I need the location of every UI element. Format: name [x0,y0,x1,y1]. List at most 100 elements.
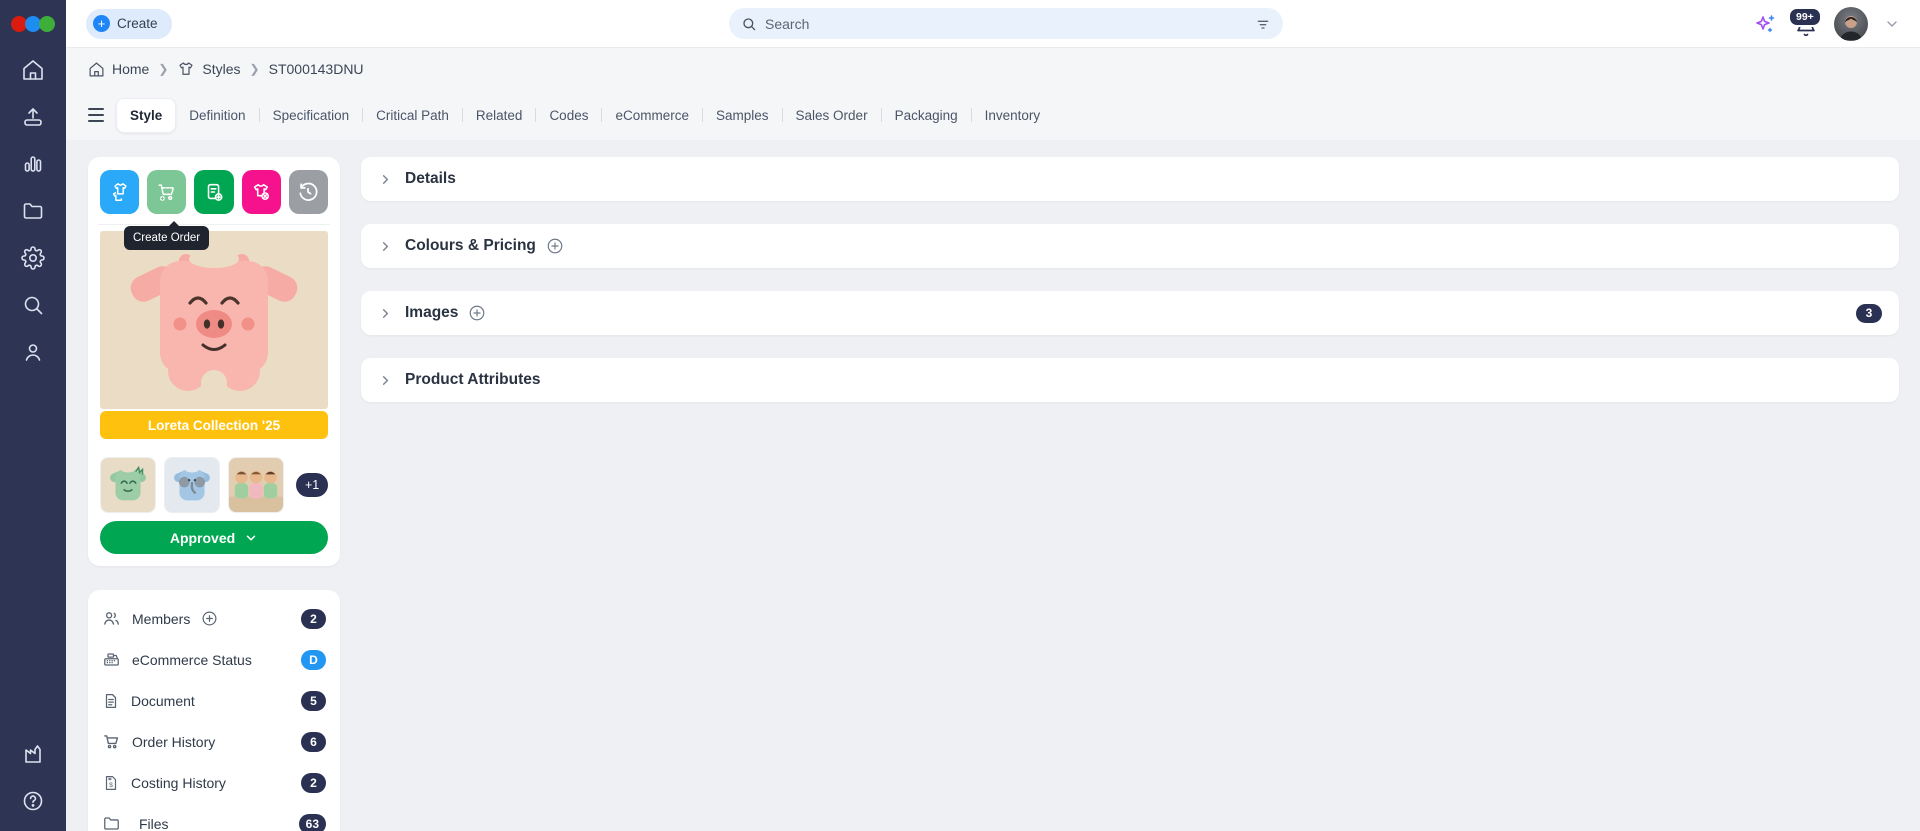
breadcrumb-home-label: Home [112,61,150,77]
create-order-tooltip: Create Order [124,221,210,250]
settings-icon[interactable] [13,238,53,278]
section-title: Images [405,304,459,321]
link-label: Files [139,815,169,831]
order-history-count-badge: 6 [301,731,326,752]
home-icon[interactable] [13,50,53,90]
user-avatar[interactable] [1834,6,1868,41]
breadcrumb-home[interactable]: Home [88,61,149,78]
add-member-icon[interactable] [201,610,218,627]
tab-style[interactable]: Style [116,97,177,133]
members-count-badge: 2 [301,608,326,629]
profile-icon[interactable] [13,332,53,372]
images-count-badge: 3 [1856,303,1882,323]
more-images-badge[interactable]: +1 [296,473,329,497]
main-region: + Create 99+ [66,0,1920,831]
history-button[interactable] [288,170,329,214]
document-icon [105,693,117,708]
search-nav-icon[interactable] [13,285,53,325]
upload-icon[interactable] [13,97,53,137]
link-document[interactable]: Document 5 [88,680,340,721]
tab-specification[interactable]: Specification [260,99,363,132]
chevron-right-icon[interactable] [378,239,393,254]
global-search[interactable] [729,8,1283,39]
search-icon [743,17,756,30]
costing-history-count-badge: 2 [301,772,326,793]
link-ecommerce-status[interactable]: eCommerce Status D [88,639,340,680]
tab-menu-icon[interactable] [88,108,104,122]
section-colours-pricing[interactable]: Colours & Pricing [361,224,1899,268]
notifications-bell-icon[interactable]: 99+ [1788,6,1822,39]
account-menu-chevron-icon[interactable] [1884,16,1900,32]
tab-ecommerce[interactable]: eCommerce [602,99,702,132]
style-summary-card: Create Order Loreta Collection '25 +1 Ap… [88,157,340,566]
link-files[interactable]: Files 63 [88,803,340,831]
chevron-right-icon[interactable] [378,172,393,187]
divider [98,224,330,225]
avatar [1834,6,1868,41]
delete-style-button[interactable] [241,170,281,214]
create-button[interactable]: + Create [86,8,172,39]
status-dropdown-button[interactable]: Approved [100,521,328,554]
costing-history-icon: $ [105,775,117,790]
create-document-button[interactable] [194,170,234,214]
section-title: Details [405,170,456,187]
style-tabbar: Style Definition Specification Critical … [66,90,1920,140]
left-rail [0,0,66,831]
chevron-right-icon[interactable] [378,373,393,388]
tab-packaging[interactable]: Packaging [882,99,971,132]
plus-icon: + [93,15,110,32]
tab-codes[interactable]: Codes [536,99,601,132]
style-actions [100,170,329,214]
link-members[interactable]: Members 2 [88,598,340,639]
topbar-right: 99+ [1754,6,1900,41]
reports-icon[interactable] [13,144,53,184]
tab-related[interactable]: Related [463,99,536,132]
section-product-attributes[interactable]: Product Attributes [361,358,1899,402]
factory-icon[interactable] [13,734,53,774]
link-label: Order History [132,733,216,750]
help-icon[interactable] [13,781,53,821]
section-images[interactable]: Images 3 [361,291,1899,335]
search-input[interactable] [765,15,1255,32]
thumbnail-dino-onesie[interactable] [100,457,156,513]
section-title: Product Attributes [405,371,541,388]
breadcrumb: Home ❯ Styles ❯ ST000143DNU [66,47,1920,90]
ai-sparkle-icon[interactable] [1754,12,1778,36]
create-button-label: Create [117,16,158,31]
svg-text:$: $ [109,781,113,788]
order-history-icon [104,735,119,749]
create-order-button[interactable] [147,170,187,214]
section-details[interactable]: Details [361,157,1899,201]
link-costing-history[interactable]: $ Costing History 2 [88,762,340,803]
tab-definition[interactable]: Definition [176,99,258,132]
tab-samples[interactable]: Samples [703,99,782,132]
app-logo-icon[interactable] [11,16,55,32]
add-colour-icon[interactable] [546,237,564,255]
members-icon [104,612,119,625]
chevron-down-icon [246,534,256,541]
thumbnail-row: +1 [100,457,329,513]
breadcrumb-styles-label: Styles [202,61,241,77]
tab-sales-order[interactable]: Sales Order [783,99,881,132]
link-label: eCommerce Status [132,651,252,668]
style-hero-image[interactable] [100,231,328,409]
breadcrumb-separator: ❯ [158,62,169,76]
link-label: Members [132,610,191,627]
chevron-right-icon[interactable] [378,306,393,321]
add-image-icon[interactable] [468,304,486,322]
ecommerce-status-icon [104,653,119,666]
tab-critical-path[interactable]: Critical Path [363,99,462,132]
thumbnail-elephant-onesie[interactable] [164,457,220,513]
tab-inventory[interactable]: Inventory [972,99,1054,132]
notification-count-badge: 99+ [1788,6,1822,27]
breadcrumb-styles[interactable]: Styles [177,60,241,78]
folder-icon[interactable] [13,191,53,231]
style-sections-column: Details Colours & Pricing Images 3 Produ… [361,157,1899,831]
filter-icon[interactable] [1255,16,1271,32]
link-order-history[interactable]: Order History 6 [88,721,340,762]
collection-banner[interactable]: Loreta Collection '25 [100,411,328,439]
copy-style-button[interactable] [100,170,140,214]
files-count-badge: 63 [298,813,326,831]
thumbnail-babies-photo[interactable] [228,457,284,513]
status-label: Approved [169,529,236,546]
